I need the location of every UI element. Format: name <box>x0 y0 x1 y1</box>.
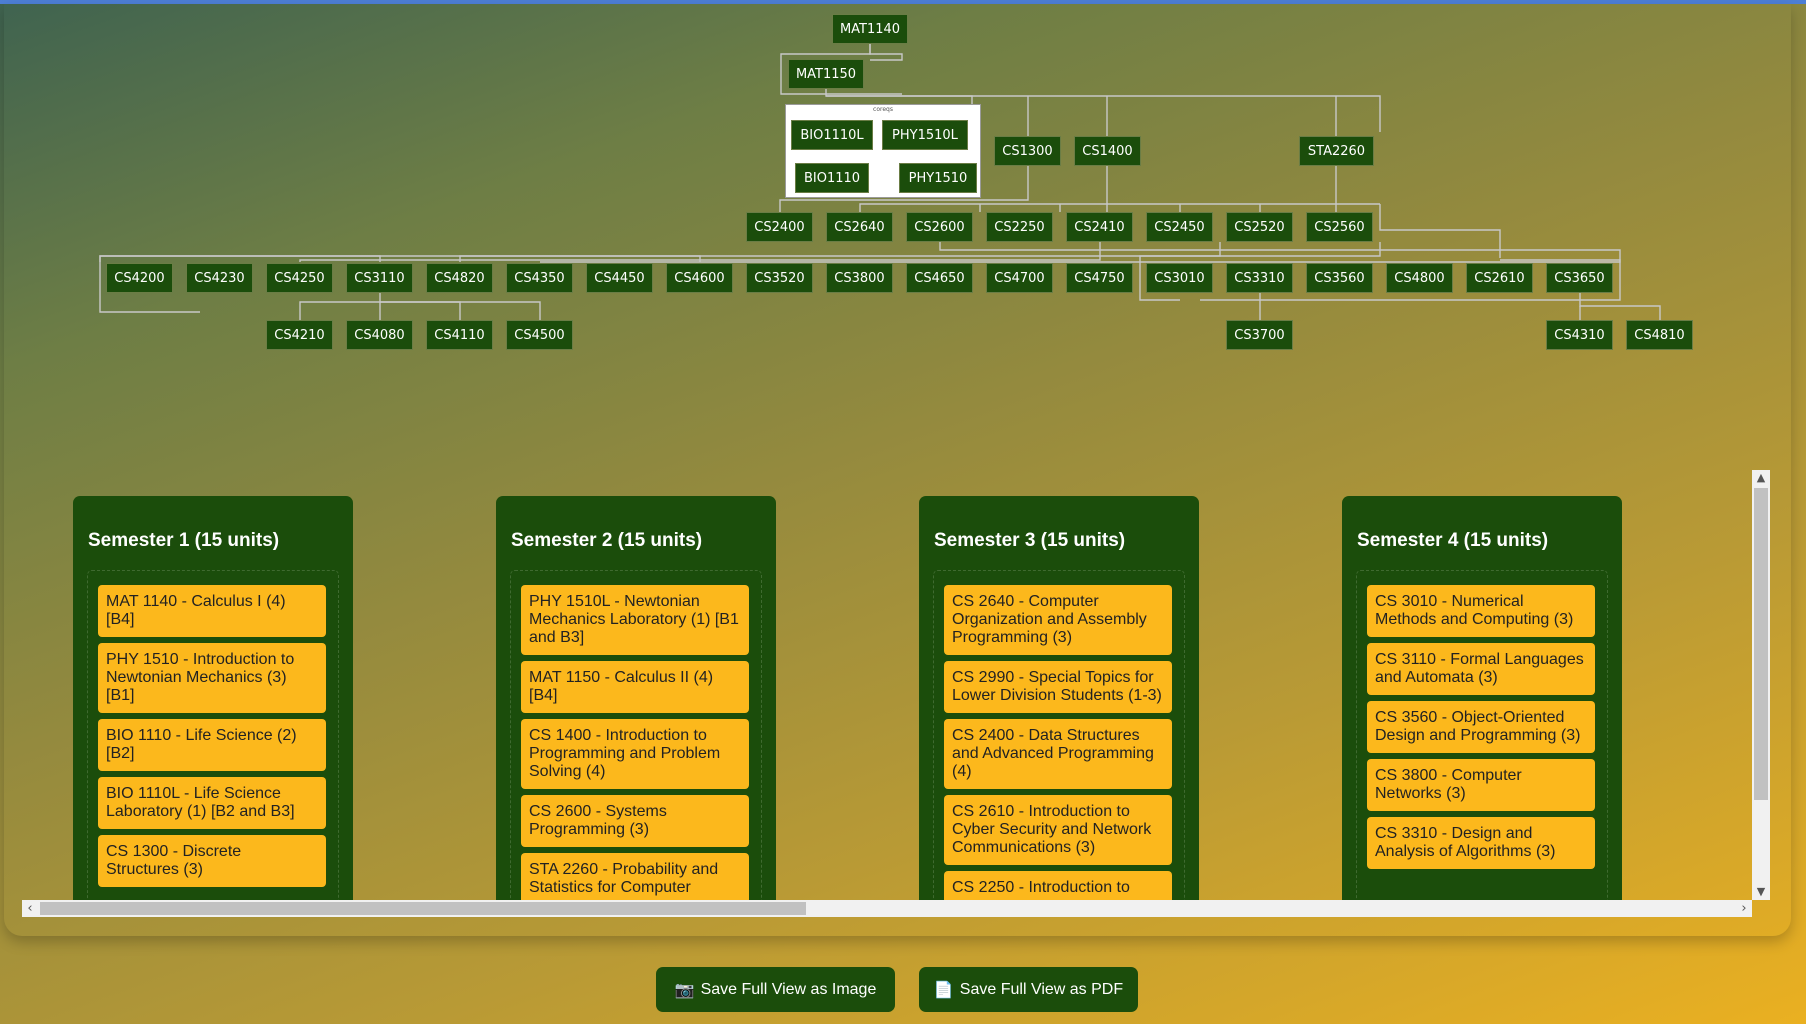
node-cs3650[interactable]: CS3650 <box>1546 263 1613 293</box>
node-bio1110[interactable]: BIO1110 <box>795 163 869 193</box>
course-card[interactable]: CS 2400 - Data Structures and Advanced P… <box>944 719 1172 789</box>
save-image-label: Save Full View as Image <box>700 980 877 998</box>
node-cs3800[interactable]: CS3800 <box>826 263 893 293</box>
node-cs2450[interactable]: CS2450 <box>1146 212 1213 242</box>
node-cs4600[interactable]: CS4600 <box>666 263 733 293</box>
course-card[interactable]: MAT 1140 - Calculus I (4) [B4] <box>98 585 326 637</box>
node-cs3700[interactable]: CS3700 <box>1226 320 1293 350</box>
course-card[interactable]: CS 1400 - Introduction to Programming an… <box>521 719 749 789</box>
course-card[interactable]: CS 2600 - Systems Programming (3) <box>521 795 749 847</box>
course-card[interactable]: CS 3560 - Object-Oriented Design and Pro… <box>1367 701 1595 753</box>
node-cs4800[interactable]: CS4800 <box>1386 263 1453 293</box>
semester-course-list: CS 3010 - Numerical Methods and Computin… <box>1356 570 1608 900</box>
semester-title: Semester 2 (15 units) <box>511 530 703 551</box>
horizontal-scroll-thumb[interactable] <box>40 902 806 915</box>
horizontal-scrollbar[interactable]: ‹ › <box>22 900 1752 917</box>
semester-title: Semester 3 (15 units) <box>934 530 1126 551</box>
semester-title: Semester 1 (15 units) <box>88 530 280 551</box>
page-icon: 📄 <box>933 981 954 999</box>
node-cs3560[interactable]: CS3560 <box>1306 263 1373 293</box>
node-cs3010[interactable]: CS3010 <box>1146 263 1213 293</box>
vertical-scroll-thumb[interactable] <box>1754 488 1768 800</box>
node-mat1150[interactable]: MAT1150 <box>788 59 864 89</box>
save-pdf-button[interactable]: 📄 Save Full View as PDF <box>919 967 1138 1012</box>
node-cs3520[interactable]: CS3520 <box>746 263 813 293</box>
node-cs4820[interactable]: CS4820 <box>426 263 493 293</box>
node-cs2640[interactable]: CS2640 <box>826 212 893 242</box>
node-cs4750[interactable]: CS4750 <box>1066 263 1133 293</box>
course-card[interactable]: CS 2250 - Introduction to <box>944 871 1172 900</box>
vertical-scrollbar[interactable]: ▲ ▼ <box>1752 470 1770 900</box>
scroll-left-icon[interactable]: ‹ <box>22 900 38 917</box>
course-card[interactable]: CS 2990 - Special Topics for Lower Divis… <box>944 661 1172 713</box>
node-cs4650[interactable]: CS4650 <box>906 263 973 293</box>
node-cs2520[interactable]: CS2520 <box>1226 212 1293 242</box>
node-cs4450[interactable]: CS4450 <box>586 263 653 293</box>
node-cs4350[interactable]: CS4350 <box>506 263 573 293</box>
scroll-up-icon[interactable]: ▲ <box>1752 470 1770 486</box>
node-cs2560[interactable]: CS2560 <box>1306 212 1373 242</box>
semester-scroll-area[interactable]: Semester 1 (15 units) MAT 1140 - Calculu… <box>22 470 1772 900</box>
semester-card: Semester 1 (15 units) MAT 1140 - Calculu… <box>73 496 353 900</box>
course-card[interactable]: BIO 1110 - Life Science (2) [B2] <box>98 719 326 771</box>
node-cs4700[interactable]: CS4700 <box>986 263 1053 293</box>
node-cs4230[interactable]: CS4230 <box>186 263 253 293</box>
course-card[interactable]: CS 3310 - Design and Analysis of Algorit… <box>1367 817 1595 869</box>
node-cs3110[interactable]: CS3110 <box>346 263 413 293</box>
node-cs1400[interactable]: CS1400 <box>1074 136 1141 166</box>
semester-course-list: PHY 1510L - Newtonian Mechanics Laborato… <box>510 570 762 900</box>
course-card[interactable]: CS 1300 - Discrete Structures (3) <box>98 835 326 887</box>
course-card[interactable]: PHY 1510 - Introduction to Newtonian Mec… <box>98 643 326 713</box>
prerequisite-graph: MAT1140 MAT1150 coreqs BIO1110L PHY1510L… <box>0 0 1806 420</box>
course-card[interactable]: PHY 1510L - Newtonian Mechanics Laborato… <box>521 585 749 655</box>
course-card[interactable]: STA 2260 - Probability and Statistics fo… <box>521 853 749 900</box>
semester-title: Semester 4 (15 units) <box>1357 530 1549 551</box>
node-cs2250[interactable]: CS2250 <box>986 212 1053 242</box>
node-bio1110l[interactable]: BIO1110L <box>791 120 873 150</box>
node-cs2410[interactable]: CS2410 <box>1066 212 1133 242</box>
node-cs4810[interactable]: CS4810 <box>1626 320 1693 350</box>
save-image-button[interactable]: 📷 Save Full View as Image <box>656 967 895 1012</box>
node-phy1510l[interactable]: PHY1510L <box>882 120 968 150</box>
node-cs3310[interactable]: CS3310 <box>1226 263 1293 293</box>
node-cs2600[interactable]: CS2600 <box>906 212 973 242</box>
semester-card: Semester 4 (15 units) CS 3010 - Numerica… <box>1342 496 1622 900</box>
node-cs4200[interactable]: CS4200 <box>106 263 173 293</box>
course-card[interactable]: CS 2640 - Computer Organization and Asse… <box>944 585 1172 655</box>
node-mat1140[interactable]: MAT1140 <box>832 14 908 44</box>
node-cs1300[interactable]: CS1300 <box>994 136 1061 166</box>
camera-icon: 📷 <box>674 981 695 999</box>
coreq-group-label: coreqs <box>873 106 893 113</box>
course-card[interactable]: CS 3010 - Numerical Methods and Computin… <box>1367 585 1595 637</box>
course-card[interactable]: BIO 1110L - Life Science Laboratory (1) … <box>98 777 326 829</box>
semester-course-list: CS 2640 - Computer Organization and Asse… <box>933 570 1185 900</box>
course-card[interactable]: CS 2610 - Introduction to Cyber Security… <box>944 795 1172 865</box>
node-cs4250[interactable]: CS4250 <box>266 263 333 293</box>
scroll-right-icon[interactable]: › <box>1736 900 1752 917</box>
node-cs4310[interactable]: CS4310 <box>1546 320 1613 350</box>
semester-card: Semester 2 (15 units) PHY 1510L - Newton… <box>496 496 776 900</box>
course-card[interactable]: CS 3110 - Formal Languages and Automata … <box>1367 643 1595 695</box>
node-cs2610[interactable]: CS2610 <box>1466 263 1533 293</box>
node-cs4080[interactable]: CS4080 <box>346 320 413 350</box>
node-sta2260[interactable]: STA2260 <box>1299 136 1374 166</box>
node-cs2400[interactable]: CS2400 <box>746 212 813 242</box>
node-cs4210[interactable]: CS4210 <box>266 320 333 350</box>
semester-card: Semester 3 (15 units) CS 2640 - Computer… <box>919 496 1199 900</box>
course-card[interactable]: CS 3800 - Computer Networks (3) <box>1367 759 1595 811</box>
save-pdf-label: Save Full View as PDF <box>959 980 1124 998</box>
node-phy1510[interactable]: PHY1510 <box>899 163 977 193</box>
graph-edges <box>99 44 1661 320</box>
course-card[interactable]: MAT 1150 - Calculus II (4) [B4] <box>521 661 749 713</box>
semester-course-list: MAT 1140 - Calculus I (4) [B4] PHY 1510 … <box>87 570 339 900</box>
node-cs4110[interactable]: CS4110 <box>426 320 493 350</box>
scroll-down-icon[interactable]: ▼ <box>1752 884 1770 900</box>
node-cs4500[interactable]: CS4500 <box>506 320 573 350</box>
